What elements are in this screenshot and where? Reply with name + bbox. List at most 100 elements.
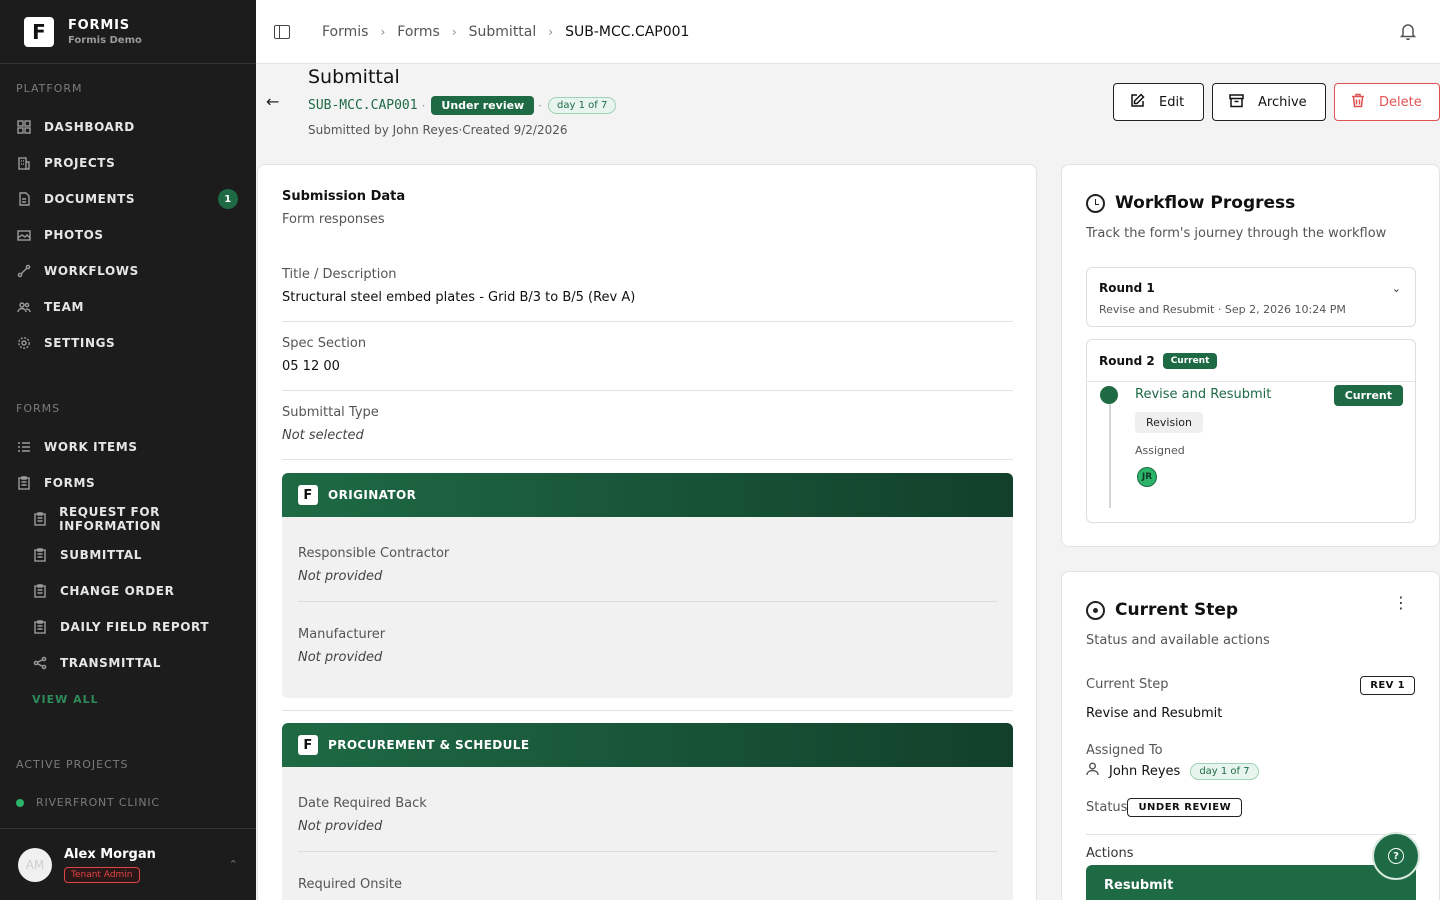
current-step-title: Current Step: [1115, 600, 1239, 620]
chevron-down-icon[interactable]: ⌄: [1392, 282, 1401, 295]
sidebar-item-request-for-information[interactable]: REQUEST FOR INFORMATION: [0, 503, 256, 535]
assigned-label: Assigned: [1135, 444, 1185, 457]
sidebar-item-projects[interactable]: PROJECTS: [0, 147, 256, 179]
sidebar-item-label: FORMS: [44, 476, 96, 490]
sidebar-item-label: DOCUMENTS: [44, 192, 136, 206]
round-1-panel[interactable]: Round 1 Revise and Resubmit · Sep 2, 202…: [1086, 267, 1416, 327]
breadcrumb-formis[interactable]: Formis: [322, 24, 368, 40]
sidebar: F FORMIS Formis Demo PLATFORM DASHBOARD …: [0, 0, 256, 900]
current-step-label: Current Step: [1086, 677, 1169, 692]
card-subtitle: Status and available actions: [1086, 633, 1270, 648]
sidebar-item-daily-field-report[interactable]: DAILY FIELD REPORT: [0, 611, 256, 643]
sidebar-item-work-items[interactable]: WORK ITEMS: [0, 431, 256, 463]
clipboard-icon: [32, 619, 48, 635]
sidebar-item-label: DASHBOARD: [44, 120, 135, 134]
field-date-required-back: Date Required Back Not provided: [298, 796, 997, 852]
field-title-description: Title / Description Structural steel emb…: [282, 267, 1013, 322]
step-name[interactable]: Revise and Resubmit: [1135, 387, 1271, 402]
field-value: Structural steel embed plates - Grid B/3…: [282, 290, 636, 305]
sidebar-item-photos[interactable]: PHOTOS: [0, 219, 256, 251]
active-project-item[interactable]: RIVERFRONT CLINIC: [16, 796, 160, 809]
status-badge: UNDER REVIEW: [1127, 798, 1243, 817]
sidebar-toggle-icon[interactable]: [274, 24, 290, 39]
round-meta: Revise and Resubmit · Sep 2, 2026 10:24 …: [1099, 303, 1346, 316]
workflow-title: Workflow Progress: [1115, 193, 1296, 213]
edit-button[interactable]: Edit: [1113, 83, 1204, 121]
avatar: AM: [18, 847, 52, 882]
brand[interactable]: F FORMIS Formis Demo: [0, 0, 256, 64]
brand-logo: F: [24, 16, 54, 47]
clipboard-icon: [32, 583, 48, 599]
chevron-right-icon: ›: [451, 24, 457, 39]
separator: ·: [421, 98, 426, 113]
help-button[interactable]: ?: [1372, 832, 1420, 880]
sidebar-item-label: WORK ITEMS: [44, 440, 138, 454]
bell-icon[interactable]: [1399, 22, 1417, 44]
target-icon: [1086, 600, 1105, 620]
round-2-panel: Round 2 Current Revise and Resubmit Curr…: [1086, 339, 1416, 523]
view-all-link[interactable]: VIEW ALL: [32, 693, 99, 706]
field-label: Manufacturer: [298, 627, 386, 642]
sidebar-item-dashboard[interactable]: DASHBOARD: [0, 111, 256, 143]
sidebar-item-forms[interactable]: FORMS: [0, 467, 256, 499]
person-icon: [1086, 762, 1099, 780]
breadcrumb-submittal[interactable]: Submittal: [469, 24, 537, 40]
sidebar-item-documents[interactable]: DOCUMENTS 1: [0, 183, 256, 215]
sidebar-item-label: REQUEST FOR INFORMATION: [59, 505, 162, 533]
status-row: Status UNDER REVIEW: [1086, 798, 1243, 817]
sidebar-item-label: WORKFLOWS: [44, 264, 139, 278]
chevron-right-icon: ›: [380, 24, 386, 39]
round-title: Round 1: [1099, 281, 1155, 295]
field-value: 05 12 00: [282, 359, 340, 374]
more-options-icon[interactable]: ⋮: [1393, 595, 1409, 611]
timeline-dot: [1100, 386, 1118, 404]
sidebar-item-team[interactable]: TEAM: [0, 291, 256, 323]
created-date: Created 9/2/2026: [462, 123, 568, 137]
field-label: Spec Section: [282, 336, 367, 351]
share-icon: [32, 655, 48, 671]
delete-button[interactable]: Delete: [1334, 83, 1440, 121]
field-label: Responsible Contractor: [298, 546, 450, 561]
archive-label: Archive: [1258, 94, 1307, 110]
clipboard-icon: [32, 511, 47, 527]
brand-name: FORMIS: [68, 17, 130, 33]
status-label: Status: [1086, 800, 1128, 815]
sidebar-item-label: PHOTOS: [44, 228, 104, 242]
user-menu[interactable]: AM Alex Morgan Tenant Admin ⌃: [0, 828, 256, 900]
sidebar-item-workflows[interactable]: WORKFLOWS: [0, 255, 256, 287]
round-header: Round 2 Current: [1087, 340, 1415, 382]
gear-icon: [16, 335, 32, 351]
divider: [1086, 834, 1416, 835]
card-subtitle: Track the form's journey through the wor…: [1086, 226, 1387, 241]
user-name: Alex Morgan: [64, 846, 156, 862]
current-step-badge: Current: [1333, 385, 1403, 406]
breadcrumb-forms[interactable]: Forms: [397, 24, 440, 40]
chevron-right-icon: ›: [548, 24, 554, 39]
field-required-onsite: Required Onsite: [298, 877, 997, 900]
edit-label: Edit: [1159, 94, 1185, 110]
sidebar-item-transmittal[interactable]: TRANSMITTAL: [0, 647, 256, 679]
field-manufacturer: Manufacturer Not provided: [298, 627, 997, 677]
assignee-avatar[interactable]: JR: [1137, 467, 1157, 487]
day-badge: day 1 of 7: [1190, 762, 1259, 780]
sidebar-item-change-order[interactable]: CHANGE ORDER: [0, 575, 256, 607]
assigned-to-label: Assigned To: [1086, 743, 1163, 758]
photos-icon: [16, 227, 32, 243]
archive-button[interactable]: Archive: [1212, 83, 1326, 121]
field-value: Not provided: [298, 650, 383, 665]
building-icon: [16, 155, 32, 171]
sidebar-item-label: SUBMITTAL: [60, 548, 142, 562]
group-title: ORIGINATOR: [328, 488, 417, 502]
clock-icon: [1086, 193, 1105, 213]
formis-logo-icon: F: [298, 485, 318, 505]
back-arrow-icon[interactable]: ←: [266, 92, 279, 111]
field-label: Title / Description: [282, 267, 397, 282]
resubmit-button[interactable]: Resubmit: [1086, 865, 1416, 900]
field-value: Not provided: [298, 819, 383, 834]
field-spec-section: Spec Section 05 12 00: [282, 336, 1013, 391]
breadcrumb: Formis › Forms › Submittal › SUB-MCC.CAP…: [322, 24, 689, 40]
sidebar-item-submittal[interactable]: SUBMITTAL: [0, 539, 256, 571]
sidebar-item-settings[interactable]: SETTINGS: [0, 327, 256, 359]
field-label: Date Required Back: [298, 796, 427, 811]
sidebar-item-label: DAILY FIELD REPORT: [60, 620, 210, 634]
